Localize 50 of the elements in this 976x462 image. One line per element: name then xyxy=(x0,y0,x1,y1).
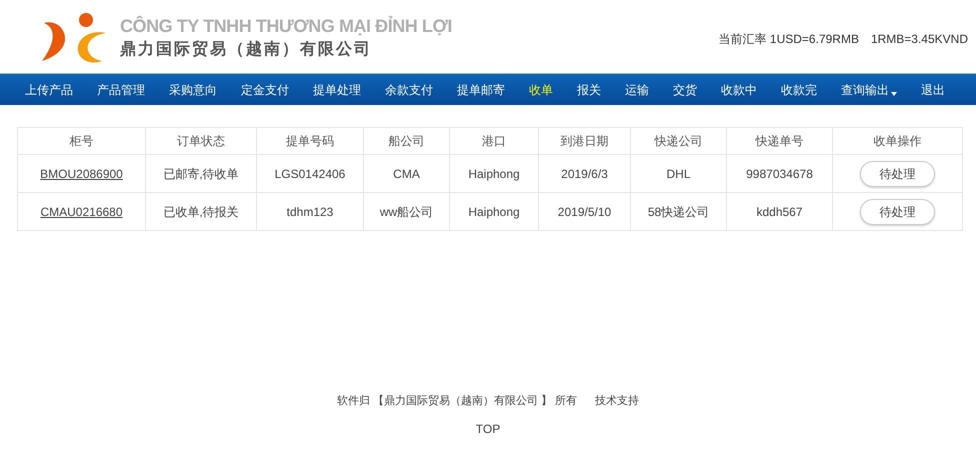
nav-tab[interactable]: 收款中 xyxy=(709,74,769,105)
column-header: 收单操作 xyxy=(832,128,962,154)
container-link[interactable]: BMOU2086900 xyxy=(18,154,146,192)
process-button[interactable]: 待处理 xyxy=(860,198,935,224)
nav-tab[interactable]: 交货 xyxy=(661,74,709,105)
nav-tab[interactable]: 产品管理 xyxy=(85,74,157,105)
table-cell: 58快递公司 xyxy=(630,192,726,230)
nav-tab[interactable]: 定金支付 xyxy=(229,74,301,105)
table-cell: 9987034678 xyxy=(726,154,832,192)
company-name: CÔNG TY TNHH THƯƠNG MẠI ĐỈNH LỢI xyxy=(120,14,452,38)
column-header: 订单状态 xyxy=(146,128,256,154)
table-cell: Haiphong xyxy=(450,154,538,192)
table-cell: 2019/5/10 xyxy=(538,192,630,230)
process-button[interactable]: 待处理 xyxy=(860,160,935,186)
table-cell: ww船公司 xyxy=(364,192,450,230)
nav-tab[interactable]: 退出 xyxy=(909,74,957,105)
table-cell: tdhm123 xyxy=(256,192,364,230)
column-header: 快递单号 xyxy=(726,128,832,154)
container-link[interactable]: CMAU0216680 xyxy=(18,192,146,230)
support-link[interactable]: 技术支持 xyxy=(595,393,640,410)
table-cell: 已收单,待报关 xyxy=(146,192,256,230)
exchange-rate: 当前汇率 1USD=6.79RMB 1RMB=3.45KVND xyxy=(718,31,968,48)
nav-tab[interactable]: 上传产品 xyxy=(13,74,85,105)
column-header: 快递公司 xyxy=(630,128,726,154)
nav-tab[interactable]: 提单处理 xyxy=(301,74,373,105)
logo-icon xyxy=(40,10,108,64)
nav-tab[interactable]: 报关 xyxy=(565,74,613,105)
column-header: 柜号 xyxy=(18,128,146,154)
column-header: 船公司 xyxy=(364,128,450,154)
nav-tab[interactable]: 查询输出 xyxy=(829,74,909,105)
caret-icon xyxy=(891,92,897,96)
nav-tab[interactable]: 运输 xyxy=(613,74,661,105)
table-cell: CMA xyxy=(364,154,450,192)
nav-tab[interactable]: 收单 xyxy=(517,74,565,105)
company-name: 鼎力国际贸易（越南）有限公司 xyxy=(120,40,373,60)
table-cell: Haiphong xyxy=(450,192,538,230)
nav-tab[interactable]: 收款完 xyxy=(769,74,829,105)
nav-tab[interactable]: 提单邮寄 xyxy=(445,74,517,105)
column-header: 提单号码 xyxy=(256,128,364,154)
top-link[interactable]: TOP xyxy=(476,420,500,438)
copyright-text: 软件归 【鼎力国际贸易（越南）有限公司 】 所有 xyxy=(336,394,578,409)
column-header: 到港日期 xyxy=(538,128,630,154)
table-cell: LGS0142406 xyxy=(256,154,364,192)
nav-tab[interactable]: 采购意向 xyxy=(157,74,229,105)
nav-tab[interactable]: 余款支付 xyxy=(373,74,445,105)
table-cell: kddh567 xyxy=(726,192,832,230)
table-cell: DHL xyxy=(630,154,726,192)
column-header: 港口 xyxy=(450,128,538,154)
table-cell: 2019/6/3 xyxy=(538,154,630,192)
table-cell: 已邮寄,待收单 xyxy=(146,154,256,192)
